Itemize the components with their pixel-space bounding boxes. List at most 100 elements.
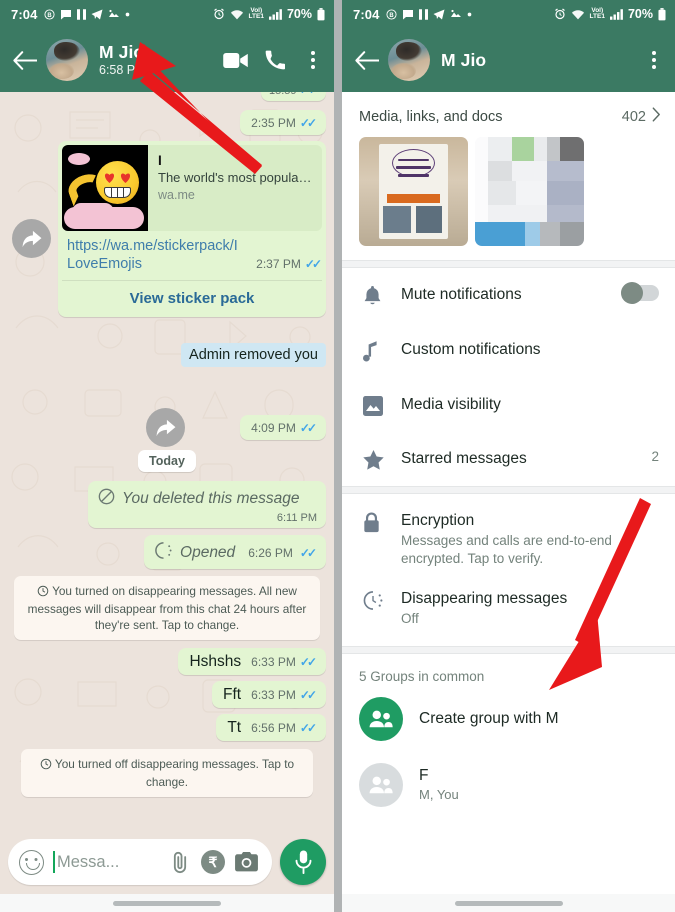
read-ticks-icon: ✓✓ <box>300 92 318 97</box>
link-preview-title: I <box>158 153 162 168</box>
status-time: 7:04 <box>11 6 38 22</box>
mute-toggle[interactable] <box>613 282 659 304</box>
message-time: 6:56 PM <box>251 721 296 735</box>
system-message-disappearing-on[interactable]: You turned on disappearing messages. All… <box>14 576 320 640</box>
media-header[interactable]: Media, links, and docs 402 <box>342 92 675 137</box>
message-bubble-deleted[interactable]: You deleted this message 6:11 PM <box>88 481 326 528</box>
forwarded-icon[interactable] <box>12 219 51 258</box>
setting-custom-notifications[interactable]: Custom notifications <box>342 323 675 378</box>
system-message-text: You turned off disappearing messages. Ta… <box>54 757 295 789</box>
alarm-icon <box>554 8 566 20</box>
message-row[interactable]: Opened 6:26 PM ✓✓ <box>8 535 326 569</box>
message-row[interactable]: Hshshs 6:33 PM ✓✓ <box>8 648 326 675</box>
group-title: F <box>419 767 429 784</box>
signal-icon <box>609 8 623 20</box>
message-row-link-preview[interactable]: I The world's most popular ... wa.me htt… <box>8 141 326 317</box>
message-input-pill[interactable]: Messa... ₹ <box>8 839 272 885</box>
timer-icon <box>359 589 401 611</box>
voice-call-icon[interactable] <box>262 46 288 74</box>
telegram-icon <box>433 9 445 20</box>
system-nav-bar-right <box>342 894 675 912</box>
message-bubble-time-only[interactable]: 2:35 PM ✓✓ <box>240 110 326 135</box>
contact-info[interactable]: M Jio 6:58 PM <box>99 42 222 78</box>
setting-disappearing-messages[interactable]: Disappearing messages Off <box>342 577 675 646</box>
read-ticks-icon: ✓✓ <box>299 545 317 560</box>
date-chip: Today <box>138 450 196 472</box>
back-button[interactable] <box>6 41 44 79</box>
setting-media-visibility[interactable]: Media visibility <box>342 378 675 432</box>
read-ticks-icon: ✓✓ <box>299 688 317 702</box>
view-sticker-pack-button[interactable]: View sticker pack <box>62 281 322 312</box>
back-button[interactable] <box>348 41 386 79</box>
message-row[interactable]: 4:09 PM ✓✓ <box>8 415 326 440</box>
contact-info-scroll[interactable]: Media, links, and docs 402 Mute notifica… <box>342 92 675 894</box>
music-note-icon <box>359 340 401 362</box>
message-bubble-link-preview[interactable]: I The world's most popular ... wa.me htt… <box>58 141 326 317</box>
more-options-icon[interactable] <box>302 46 324 74</box>
message-bubble-time-only[interactable]: 4:09 PM ✓✓ <box>240 415 326 440</box>
media-section-title: Media, links, and docs <box>359 108 503 125</box>
sticker-thumbnail-icon <box>62 145 148 231</box>
chat-app-bar: M Jio 6:58 PM <box>0 28 334 92</box>
volte-icon: VoI) LTE1 <box>248 6 264 20</box>
voice-message-button[interactable] <box>280 839 326 885</box>
attach-icon[interactable] <box>169 851 191 874</box>
video-call-icon[interactable] <box>222 46 248 74</box>
setting-sublabel: Off <box>401 611 419 626</box>
setting-mute-notifications[interactable]: Mute notifications <box>342 268 675 323</box>
message-time: 4:09 PM <box>251 421 296 435</box>
link-preview-description: The world's most popular ... <box>158 170 314 185</box>
privacy-section: Encryption Messages and calls are end-to… <box>342 494 675 646</box>
message-bubble-text[interactable]: Hshshs 6:33 PM ✓✓ <box>178 648 326 675</box>
message-bubble-text[interactable]: Tt 6:56 PM ✓✓ <box>216 714 326 741</box>
setting-label: Disappearing messages <box>401 590 568 607</box>
group-list-item[interactable]: F M, You <box>342 752 675 818</box>
group-members: M, You <box>419 787 459 802</box>
link-preview-card[interactable]: I The world's most popular ... wa.me <box>62 145 322 231</box>
message-input[interactable]: Messa... <box>56 853 159 872</box>
system-message-row[interactable]: You turned off disappearing messages. Ta… <box>8 749 326 797</box>
setting-encryption[interactable]: Encryption Messages and calls are end-to… <box>342 494 675 577</box>
message-bubble-opened[interactable]: Opened 6:26 PM ✓✓ <box>144 535 326 569</box>
message-row[interactable]: Fft 6:33 PM ✓✓ <box>8 681 326 708</box>
volte-icon: VoI) LTE1 <box>589 6 605 20</box>
message-row[interactable]: Admin removed you <box>8 343 326 367</box>
media-thumbnail-1[interactable] <box>359 137 468 246</box>
system-message-row[interactable]: You turned on disappearing messages. All… <box>8 576 326 640</box>
more-options-icon[interactable] <box>643 46 665 74</box>
message-row[interactable]: Tt 6:56 PM ✓✓ <box>8 714 326 741</box>
contact-avatar[interactable] <box>388 39 430 81</box>
media-section[interactable]: Media, links, and docs 402 <box>342 92 675 260</box>
image-icon <box>359 395 401 416</box>
chevron-right-icon <box>652 107 661 126</box>
status-bar-left: 7:04 B VoI) LTE1 70% <box>0 0 334 28</box>
emoji-icon[interactable] <box>19 849 44 875</box>
media-thumbnail-row[interactable] <box>342 137 675 260</box>
camera-icon[interactable] <box>235 852 258 872</box>
system-message-disappearing-off[interactable]: You turned off disappearing messages. Ta… <box>20 749 314 797</box>
message-text-highlighted[interactable]: Admin removed you <box>181 343 326 367</box>
message-row[interactable]: You deleted this message 6:11 PM <box>8 481 326 528</box>
chat-message-list[interactable]: 15:59 ✓✓ 2:35 PM ✓✓ <box>0 92 334 830</box>
nav-gesture-pill[interactable] <box>454 900 563 906</box>
system-nav-bar-left <box>0 894 334 912</box>
contact-avatar[interactable] <box>46 39 88 81</box>
contact-last-seen: 6:58 PM <box>99 63 146 77</box>
message-icon <box>60 9 72 20</box>
message-link-url[interactable]: https://wa.me/stickerpack/ILoveEmojis <box>62 231 244 273</box>
contact-name: M Jio <box>441 50 487 70</box>
setting-starred-messages[interactable]: Starred messages 2 <box>342 432 675 486</box>
svg-text:B: B <box>390 12 395 18</box>
media-thumbnail-2[interactable] <box>475 137 584 246</box>
read-ticks-icon: ✓✓ <box>299 421 317 435</box>
message-row[interactable]: 2:35 PM ✓✓ <box>8 110 326 135</box>
battery-icon <box>658 7 666 21</box>
nav-gesture-pill[interactable] <box>113 900 221 906</box>
create-group-button[interactable]: Create group with M <box>342 686 675 752</box>
toggle-switch[interactable] <box>621 282 659 304</box>
payment-icon[interactable]: ₹ <box>201 850 225 874</box>
message-text: Hshshs <box>189 653 242 670</box>
message-bubble-text[interactable]: Fft 6:33 PM ✓✓ <box>212 681 326 708</box>
message-partial-top[interactable]: 15:59 ✓✓ <box>260 92 326 101</box>
alarm-icon <box>213 8 225 20</box>
